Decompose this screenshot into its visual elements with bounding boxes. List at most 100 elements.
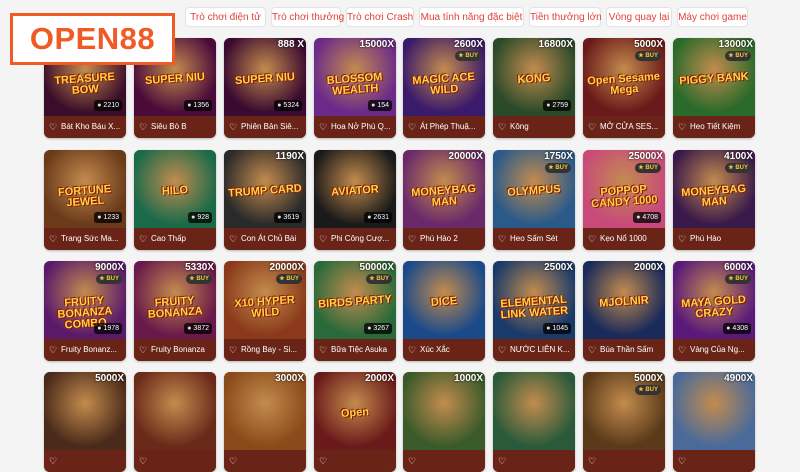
game-name: Siêu Bò B <box>151 122 187 131</box>
game-card[interactable]: BLOSSOM WEALTH 15000X ● 154 ♡ Hoa Nở Phú Q... <box>314 38 396 138</box>
game-card[interactable]: POPPOP CANDY 1000 25000X ★ BUY ● 4708 ♡ Kẹo Nổ… <box>583 150 665 250</box>
heart-icon[interactable]: ♡ <box>49 228 57 250</box>
game-caption: ♡ NƯỚC LIÊN K... <box>493 339 575 361</box>
game-card[interactable]: FRUITY BONANZA COMBO 9000X ★ BUY ● 1978 ♡ Frui… <box>44 261 126 361</box>
heart-icon[interactable]: ♡ <box>588 339 596 361</box>
heart-icon[interactable]: ♡ <box>229 339 237 361</box>
game-card[interactable]: Open Sesame Mega 5000X ★ BUY ♡ MỞ CỬA SES... <box>583 38 665 138</box>
max-multiplier: 5000X <box>634 39 663 50</box>
game-name: Fruity Bonanz... <box>61 345 118 354</box>
heart-icon[interactable]: ♡ <box>588 228 596 250</box>
game-card[interactable]: HILO ● 928 ♡ Cao Thấp <box>134 150 216 250</box>
heart-icon[interactable]: ♡ <box>678 339 686 361</box>
game-card[interactable]: MONEYBAG MAN 20000X ♡ Phú Hào 2 <box>403 150 485 250</box>
game-card[interactable]: MAGIC ACE WILD 2600X ★ BUY ♡ Át Phép Thuậ... <box>403 38 485 138</box>
game-card[interactable]: KONG 16800X ● 2759 ♡ Kông <box>493 38 575 138</box>
heart-icon[interactable]: ♡ <box>498 228 506 250</box>
game-caption: ♡ Fruity Bonanz... <box>44 339 126 361</box>
player-count: ● 5324 <box>274 100 302 111</box>
heart-icon[interactable]: ♡ <box>408 116 416 138</box>
heart-icon[interactable]: ♡ <box>139 116 147 138</box>
tab-video-games[interactable]: Trò chơi điện tử <box>185 7 266 27</box>
buy-feature-badge: ★ BUY <box>635 163 661 173</box>
heart-icon[interactable]: ♡ <box>408 339 416 361</box>
heart-icon[interactable]: ♡ <box>319 116 327 138</box>
max-multiplier: 4900X <box>724 373 753 384</box>
max-multiplier: 2000X <box>634 262 663 273</box>
heart-icon[interactable]: ♡ <box>678 228 686 250</box>
game-card[interactable]: X10 HYPER WILD 20000X ★ BUY ♡ Rồng Bay - Si.… <box>224 261 306 361</box>
game-card[interactable]: AVIATOR ● 2631 ♡ Phi Công Cượ... <box>314 150 396 250</box>
heart-icon[interactable]: ♡ <box>588 116 596 138</box>
heart-icon[interactable]: ♡ <box>498 450 506 472</box>
game-card[interactable]: FORTUNE JEWEL ● 1233 ♡ Trang Sức Ma... <box>44 150 126 250</box>
game-card[interactable]: MONEYBAG MAN 4100X ★ BUY ♡ Phú Hào <box>673 150 755 250</box>
heart-icon[interactable]: ♡ <box>139 228 147 250</box>
tab-crash-games[interactable]: Trò chơi Crash <box>346 7 414 27</box>
tab-big-bonus[interactable]: Tiền thưởng lớn <box>529 7 602 27</box>
game-card[interactable]: 5000X ♡ <box>44 372 126 472</box>
game-card[interactable]: ELEMENTAL LINK WATER 2500X ● 1045 ♡ NƯỚC LIÊN… <box>493 261 575 361</box>
heart-icon[interactable]: ♡ <box>408 228 416 250</box>
heart-icon[interactable]: ♡ <box>229 228 237 250</box>
heart-icon[interactable]: ♡ <box>229 116 237 138</box>
heart-icon[interactable]: ♡ <box>139 450 147 472</box>
game-card[interactable]: ♡ <box>493 372 575 472</box>
game-card[interactable]: ♡ <box>134 372 216 472</box>
heart-icon[interactable]: ♡ <box>139 339 147 361</box>
game-card[interactable]: MJOLNIR 2000X ♡ Búa Thần Sấm <box>583 261 665 361</box>
game-card[interactable]: MAYA GOLD CRAZY 6000X ★ BUY ● 4308 ♡ Vàng Của … <box>673 261 755 361</box>
game-name: Kẹo Nổ 1000 <box>600 234 647 243</box>
heart-icon[interactable]: ♡ <box>49 450 57 472</box>
game-caption: ♡ Phiên Bản Siê... <box>224 116 306 138</box>
game-card[interactable]: 4900X ♡ <box>673 372 755 472</box>
game-card[interactable]: PIGGY BANK 13000X ★ BUY ♡ Heo Tiết Kiệm <box>673 38 755 138</box>
player-count: ● 2210 <box>94 100 122 111</box>
heart-icon[interactable]: ♡ <box>678 450 686 472</box>
game-name: Hoa Nở Phú Q... <box>331 122 391 131</box>
player-count: ● 2631 <box>364 212 392 223</box>
heart-icon[interactable]: ♡ <box>319 228 327 250</box>
tab-bonus-games[interactable]: Trò chơi thưởng <box>271 7 344 27</box>
game-card[interactable]: Open 2000X ♡ <box>314 372 396 472</box>
game-card[interactable]: FRUITY BONANZA 5330X ★ BUY ● 3872 ♡ Fruity Bon… <box>134 261 216 361</box>
heart-icon[interactable]: ♡ <box>588 450 596 472</box>
heart-icon[interactable]: ♡ <box>319 339 327 361</box>
game-thumbnail[interactable] <box>134 372 216 450</box>
max-multiplier: 888 X <box>277 39 304 50</box>
user-icon: ● <box>277 102 282 109</box>
game-card[interactable]: SUPER NIU 888 X ● 5324 ♡ Phiên Bản Siê... <box>224 38 306 138</box>
tab-game-machines[interactable]: Máy chơi game <box>677 7 748 27</box>
max-multiplier: 50000X <box>359 262 394 273</box>
game-caption: ♡ Xúc Xắc <box>403 339 485 361</box>
heart-icon[interactable]: ♡ <box>229 450 237 472</box>
game-thumbnail[interactable] <box>493 372 575 450</box>
game-caption: ♡ <box>44 450 126 472</box>
heart-icon[interactable]: ♡ <box>319 450 327 472</box>
max-multiplier: 2600X <box>454 39 483 50</box>
user-icon: ● <box>367 325 372 332</box>
tab-buy-feature[interactable]: Mua tính năng đặc biệt <box>419 7 524 27</box>
game-card[interactable]: 1000X ♡ <box>403 372 485 472</box>
game-card[interactable]: OLYMPUS 1750X ★ BUY ♡ Heo Sấm Sét <box>493 150 575 250</box>
game-card[interactable]: 3000X ♡ <box>224 372 306 472</box>
game-card[interactable]: DICE ♡ Xúc Xắc <box>403 261 485 361</box>
game-caption: ♡ <box>493 450 575 472</box>
game-caption: ♡ Bữa Tiệc Asuka <box>314 339 396 361</box>
game-name: Bát Kho Báu X... <box>61 122 121 131</box>
game-card[interactable]: BIRDS PARTY 50000X ★ BUY ● 3267 ♡ Bữa Tiệc Asu… <box>314 261 396 361</box>
game-card[interactable]: TRUMP CARD 1190X ● 3619 ♡ Con Át Chủ Bài <box>224 150 306 250</box>
buy-feature-badge: ★ BUY <box>276 274 302 284</box>
heart-icon[interactable]: ♡ <box>408 450 416 472</box>
heart-icon[interactable]: ♡ <box>49 116 57 138</box>
game-card[interactable]: 5000X ★ BUY ♡ <box>583 372 665 472</box>
max-multiplier: 5000X <box>95 373 124 384</box>
max-multiplier: 3000X <box>275 373 304 384</box>
game-name: Búa Thần Sấm <box>600 345 654 354</box>
heart-icon[interactable]: ♡ <box>498 116 506 138</box>
tab-respin[interactable]: Vòng quay lại <box>606 7 672 27</box>
user-icon: ● <box>97 102 102 109</box>
heart-icon[interactable]: ♡ <box>49 339 57 361</box>
heart-icon[interactable]: ♡ <box>678 116 686 138</box>
heart-icon[interactable]: ♡ <box>498 339 506 361</box>
